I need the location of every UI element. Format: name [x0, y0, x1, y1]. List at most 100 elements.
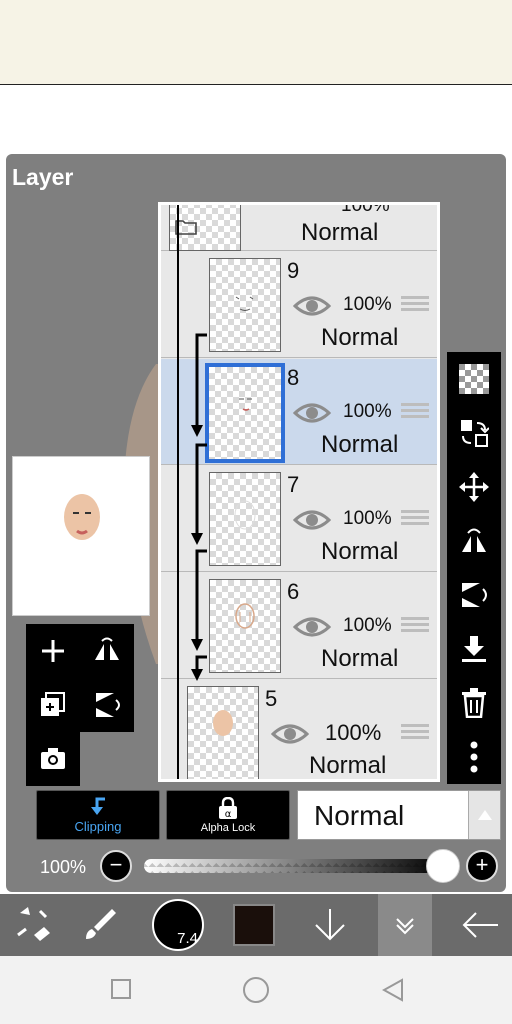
trash-icon	[462, 688, 486, 718]
layer-number: 7	[287, 472, 300, 497]
color-swatch-button[interactable]	[222, 894, 286, 956]
flip-vertical-right-button[interactable]	[447, 568, 501, 622]
checkerboard-icon	[459, 364, 489, 394]
flip-horizontal-icon	[462, 528, 486, 552]
arrow-down-icon	[315, 909, 345, 941]
layer-opacity: 100%	[343, 294, 392, 315]
layer-panel-toggle[interactable]	[378, 894, 432, 956]
layer-opacity: 100%	[343, 401, 392, 422]
eye-icon[interactable]	[293, 615, 331, 639]
blend-mode-select[interactable]: Normal	[297, 790, 501, 840]
eye-icon[interactable]	[271, 722, 309, 746]
eraser-swap-icon	[17, 907, 50, 941]
drag-handle-icon[interactable]	[401, 724, 429, 740]
flip-vertical-icon	[462, 583, 487, 607]
clipping-label: Clipping	[74, 819, 122, 834]
canvas-preview[interactable]	[12, 456, 150, 616]
opacity-decrease-button[interactable]: −	[100, 850, 132, 882]
face-illustration	[64, 494, 100, 540]
alpha-lock-button[interactable]: α Alpha Lock	[166, 790, 290, 840]
drag-handle-icon[interactable]	[401, 617, 429, 633]
move-arrows-icon	[459, 472, 489, 502]
duplicate-icon	[41, 692, 65, 716]
opacity-slider-handle[interactable]	[426, 849, 460, 883]
duplicate-layer-button[interactable]	[26, 678, 80, 732]
alpha-lock-label: Alpha Lock	[200, 822, 256, 834]
svg-text:α: α	[225, 809, 232, 819]
panel-title: Layer	[12, 164, 74, 190]
eye-icon[interactable]	[293, 294, 331, 318]
brush-tool-button[interactable]	[68, 894, 132, 956]
flip-vertical-button[interactable]	[80, 678, 134, 732]
chevron-double-down-icon	[396, 918, 414, 935]
brush-icon	[86, 909, 116, 939]
app-top-area	[0, 0, 512, 85]
right-tool-column	[447, 352, 501, 784]
clipping-button[interactable]: Clipping	[36, 790, 160, 840]
blend-mode-dropdown-button[interactable]	[468, 791, 500, 839]
back-nav-icon[interactable]	[382, 978, 404, 1002]
layer-number: 5	[265, 686, 278, 711]
drag-handle-icon[interactable]	[401, 510, 429, 526]
layer-opacity: 100%	[343, 508, 392, 529]
add-layer-button[interactable]	[26, 624, 80, 678]
home-icon[interactable]	[242, 976, 270, 1004]
opacity-value: 100%	[40, 857, 87, 877]
clipping-arrow-icon	[91, 797, 105, 815]
swap-layers-icon	[461, 420, 489, 447]
eye-icon[interactable]	[293, 401, 331, 425]
brush-size-value: 7.4	[177, 930, 198, 947]
delete-layer-button[interactable]	[447, 676, 501, 730]
layer-opacity: 100%	[341, 202, 390, 216]
recent-apps-icon[interactable]	[110, 978, 132, 1000]
layer-number: 6	[287, 579, 300, 604]
camera-button[interactable]	[26, 732, 80, 786]
move-button[interactable]	[447, 460, 501, 514]
layer-blend-mode: Normal	[321, 324, 399, 351]
opacity-increase-button[interactable]: +	[466, 850, 498, 882]
layer-blend-mode: Normal	[301, 219, 379, 246]
brush-size-indicator: 7.4	[152, 899, 204, 951]
back-button[interactable]	[448, 894, 512, 956]
vertical-dots-icon	[470, 741, 478, 773]
layer-mode-row: Clipping α Alpha Lock Normal	[36, 790, 506, 842]
select-transform-button[interactable]	[0, 894, 64, 956]
layer-transfer-button[interactable]	[447, 406, 501, 460]
left-tool-grid	[26, 624, 136, 786]
merge-down-button[interactable]	[447, 622, 501, 676]
arrow-left-icon	[462, 912, 498, 938]
triangle-up-icon	[478, 810, 492, 820]
camera-icon	[41, 748, 65, 769]
flip-vertical-icon	[96, 693, 120, 717]
layer-panel: Layer 100% Normal 9 100% Normal 8 100% N…	[6, 154, 506, 892]
flip-horizontal-right-button[interactable]	[447, 514, 501, 568]
layer-number: 9	[287, 258, 300, 283]
brush-size-button[interactable]: 7.4	[146, 894, 210, 956]
layer-opacity: 100%	[343, 615, 392, 636]
clipping-indicators	[177, 205, 207, 779]
drag-handle-icon[interactable]	[401, 403, 429, 419]
bottom-toolbar: 7.4	[0, 894, 512, 956]
transparency-button[interactable]	[447, 352, 501, 406]
blend-mode-value: Normal	[314, 800, 405, 831]
merge-down-icon	[462, 636, 486, 662]
layer-opacity: 100%	[325, 720, 382, 745]
system-navigation-bar	[0, 956, 512, 1024]
scroll-down-button[interactable]	[298, 894, 362, 956]
more-options-button[interactable]	[447, 730, 501, 784]
opacity-row: 100% − +	[36, 849, 506, 884]
layer-blend-mode: Normal	[321, 538, 399, 565]
plus-icon	[42, 640, 64, 662]
layer-list[interactable]: 100% Normal 9 100% Normal 8 100% Normal …	[158, 202, 440, 782]
eye-icon[interactable]	[293, 508, 331, 532]
current-color-swatch	[233, 904, 275, 946]
flip-horizontal-icon	[95, 637, 119, 660]
layer-number: 8	[287, 365, 300, 390]
layer-blend-mode: Normal	[321, 431, 399, 458]
flip-horizontal-button[interactable]	[80, 624, 134, 678]
opacity-slider[interactable]	[144, 859, 446, 873]
layer-blend-mode: Normal	[309, 752, 387, 779]
layer-blend-mode: Normal	[321, 645, 399, 672]
lock-icon: α	[219, 797, 237, 819]
drag-handle-icon[interactable]	[401, 296, 429, 312]
